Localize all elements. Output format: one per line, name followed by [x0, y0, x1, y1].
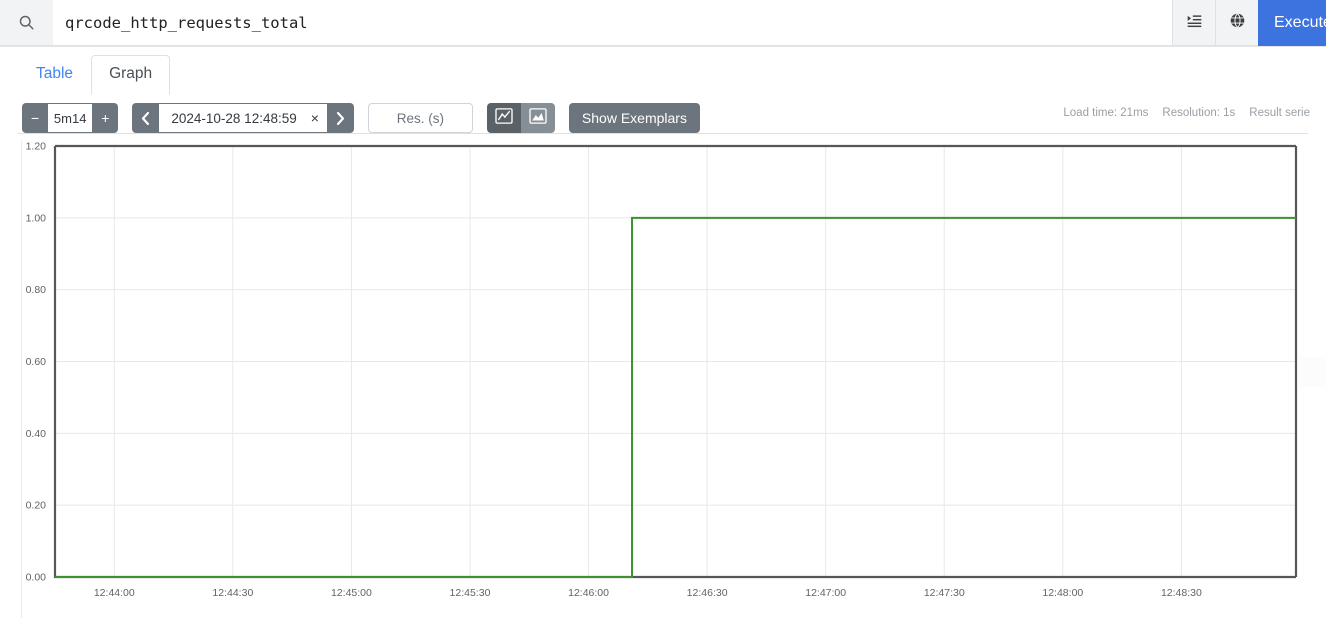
range-increase-label: + — [101, 110, 110, 126]
x-axis-tick-label: 12:46:00 — [568, 587, 609, 599]
query-input-wrapper[interactable] — [53, 0, 1172, 46]
search-icon — [0, 0, 53, 46]
y-axis-tick-label: 0.20 — [26, 500, 47, 512]
expression-input[interactable] — [63, 12, 1172, 33]
end-time-input[interactable]: 2024-10-28 12:48:59 × — [159, 103, 327, 133]
clear-time-button[interactable]: × — [309, 110, 321, 126]
graph-panel[interactable]: 0.00 0.20 0.40 0.60 0.80 1.00 1.20 12:44:00 12:4… — [0, 140, 1326, 600]
end-time-value: 2024-10-28 12:48:59 — [171, 110, 297, 126]
result-tabs: Table Graph — [18, 55, 171, 95]
time-picker-group: 2024-10-28 12:48:59 × — [132, 103, 354, 133]
query-stats: Load time: 21ms Resolution: 1s Result se… — [1063, 107, 1310, 119]
tabs-divider — [18, 133, 1308, 134]
x-axis-tick-label: 12:47:00 — [805, 587, 846, 599]
range-increase-button[interactable]: + — [92, 103, 119, 133]
y-axis-tick-label: 0.00 — [26, 572, 47, 584]
x-axis-tick-label: 12:45:30 — [450, 587, 491, 599]
y-axis-tick-label: 1.20 — [26, 141, 47, 153]
tab-graph[interactable]: Graph — [91, 55, 171, 95]
graph-controls: − 5m14 + 2024-10-28 12:48:59 × Res. (s) … — [22, 103, 700, 133]
time-previous-button[interactable] — [132, 103, 160, 133]
time-series-chart[interactable]: 0.00 0.20 0.40 0.60 0.80 1.00 1.20 12:44:00 12:4… — [0, 140, 1326, 600]
x-axis-tick-label: 12:44:30 — [212, 587, 253, 599]
stacked-chart-toggle[interactable] — [520, 103, 555, 133]
metrics-explorer-button[interactable] — [1172, 0, 1215, 46]
line-chart-toggle[interactable] — [486, 103, 521, 133]
x-axis-tick-label: 12:48:30 — [1161, 587, 1202, 599]
series-line — [55, 216, 1296, 578]
resolution-input[interactable] — [367, 103, 473, 133]
y-axis-tick-label: 1.00 — [26, 212, 47, 224]
execute-button[interactable]: Execute — [1258, 0, 1326, 46]
x-axis-tick-label: 12:46:30 — [687, 587, 728, 599]
result-series-stat: Result serie — [1249, 107, 1310, 119]
chevron-left-icon — [142, 111, 150, 125]
x-axis-tick-label: 12:48:00 — [1042, 587, 1083, 599]
load-time: Load time: 21ms — [1063, 107, 1149, 119]
range-input-group: − 5m14 + — [22, 103, 119, 133]
range-value-input[interactable]: 5m14 — [48, 103, 93, 133]
range-decrease-button[interactable]: − — [22, 103, 49, 133]
stacked-area-chart-icon — [529, 107, 547, 129]
query-bar: Execute — [0, 0, 1326, 47]
y-axis-tick-label: 0.40 — [26, 428, 47, 440]
y-axis-tick-label: 0.60 — [26, 356, 47, 368]
show-exemplars-button[interactable]: Show Exemplars — [568, 103, 700, 133]
range-value-label: 5m14 — [53, 110, 87, 126]
range-decrease-label: − — [31, 110, 40, 126]
line-chart-icon — [495, 107, 513, 129]
tab-graph-label: Graph — [109, 65, 153, 83]
globe-icon — [1229, 12, 1246, 34]
x-axis-tick-label: 12:44:00 — [94, 587, 135, 599]
metrics-explorer-icon — [1186, 12, 1203, 34]
y-axis-tick-label: 0.80 — [26, 284, 47, 296]
resolution-stat: Resolution: 1s — [1162, 107, 1236, 119]
x-axis-tick-label: 12:47:30 — [924, 587, 965, 599]
show-exemplars-label: Show Exemplars — [581, 110, 687, 126]
prometheus-graph-page: Execute Table Graph Load time: 21ms Reso… — [0, 0, 1326, 630]
chart-type-toggle-group — [486, 103, 555, 133]
tab-table[interactable]: Table — [18, 55, 91, 95]
result-tabs-row: Table Graph Load time: 21ms Resolution: … — [0, 47, 1326, 134]
execute-label: Execute — [1274, 13, 1326, 31]
chevron-right-icon — [336, 111, 344, 125]
globe-button[interactable] — [1215, 0, 1258, 46]
x-axis-tick-label: 12:45:00 — [331, 587, 372, 599]
tab-table-label: Table — [36, 65, 74, 83]
time-next-button[interactable] — [326, 103, 354, 133]
